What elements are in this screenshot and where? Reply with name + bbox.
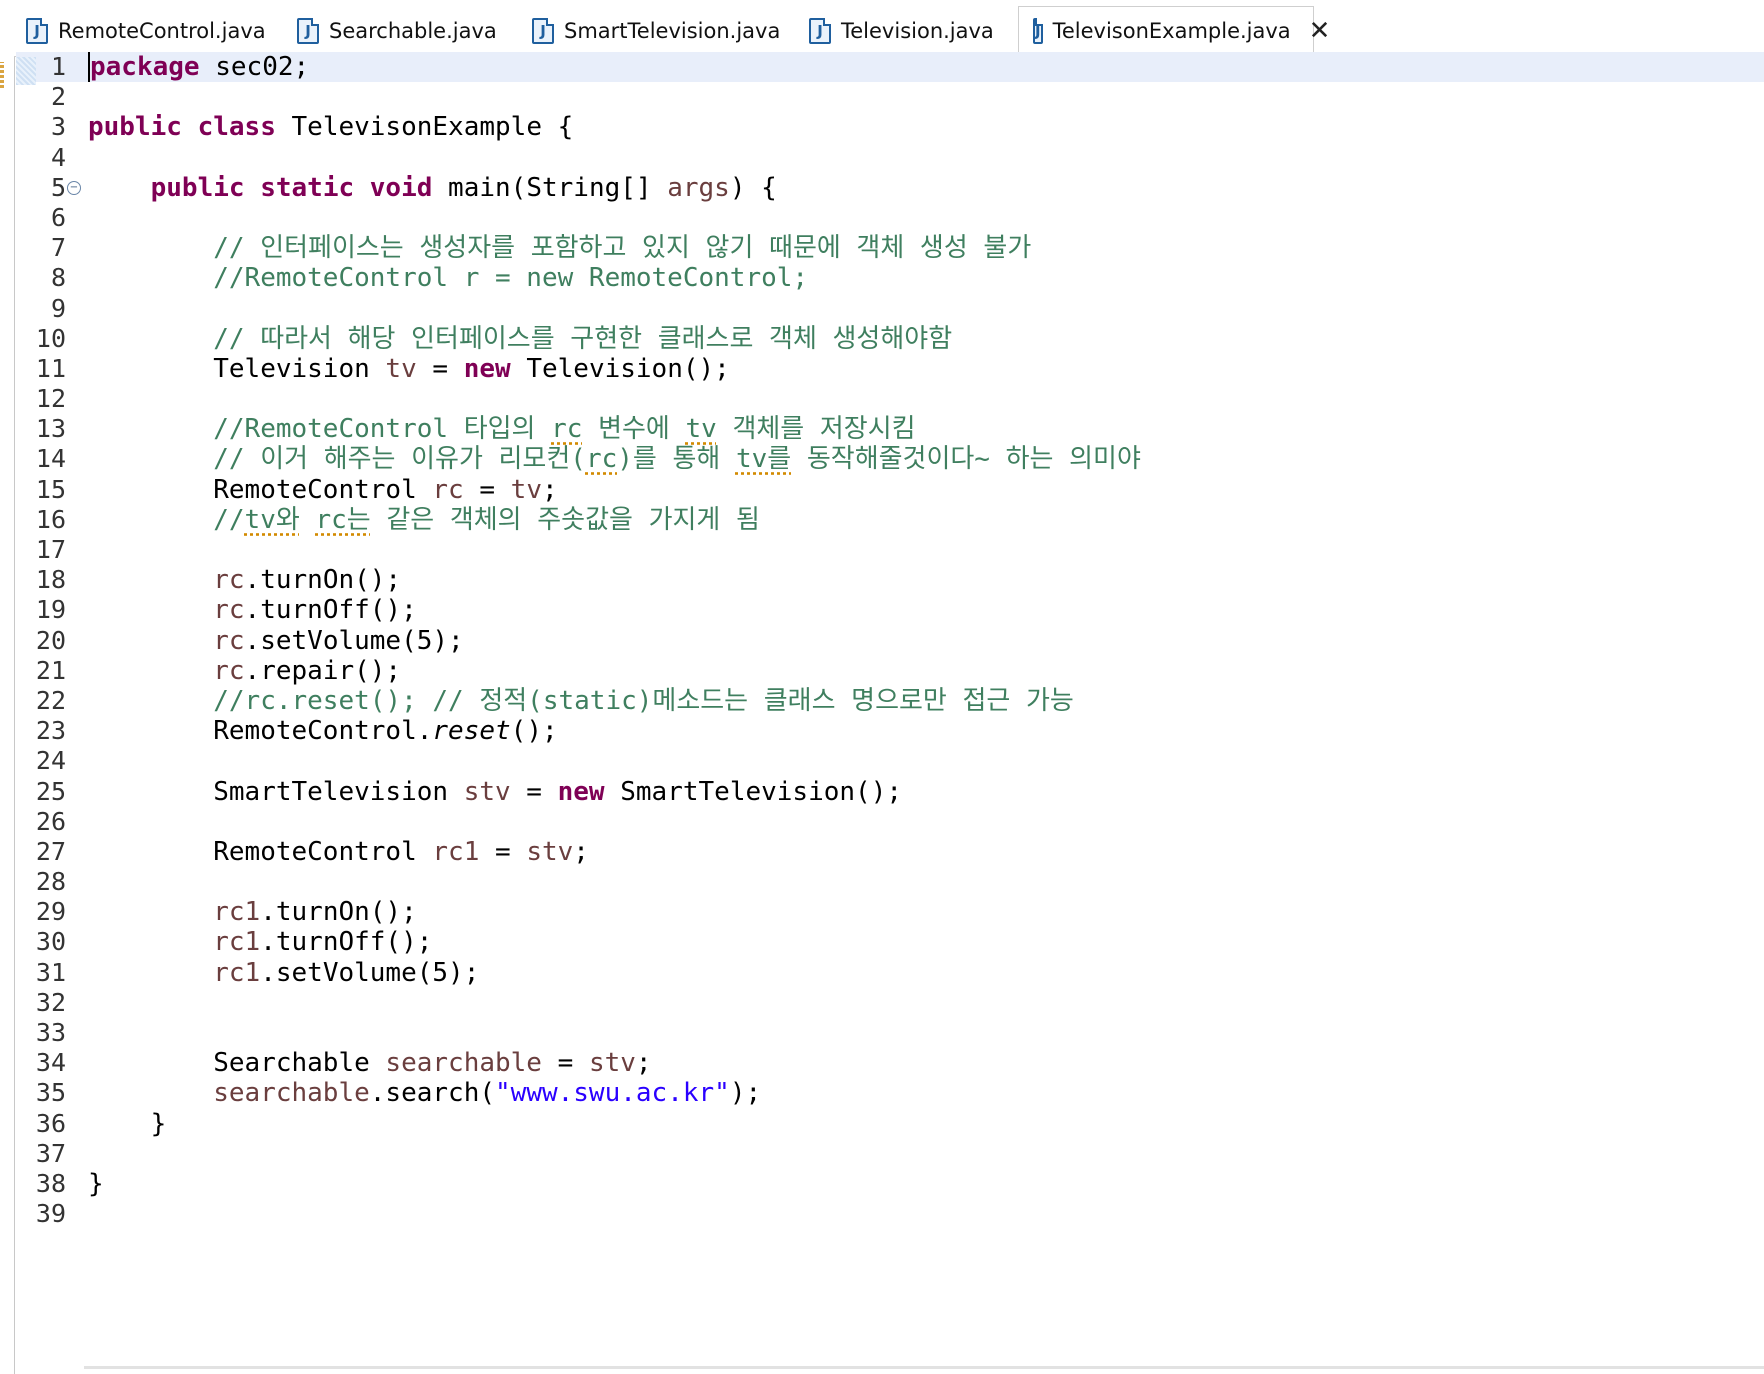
code-line: 26	[35, 806, 66, 836]
tab-remotecontrol-java[interactable]: J RemoteControl.java	[26, 6, 266, 56]
code-line: 34 Searchable searchable = stv;	[35, 1048, 652, 1079]
code-line: 15 RemoteControl rc = tv;	[35, 474, 558, 505]
tab-label: SmartTelevision.java	[564, 19, 781, 43]
tab-label: Television.java	[841, 19, 994, 43]
code-line: 29 rc1.turnOn();	[35, 897, 417, 928]
code-line: 10 // 따라서 해당 인터페이스를 구현한 클래스로 객체 생성해야함	[35, 323, 953, 354]
close-icon[interactable]: ✕	[1309, 18, 1331, 44]
change-marker	[0, 62, 4, 88]
code-line: 7 // 인터페이스는 생성자를 포함하고 있지 않기 때문에 객체 생성 불가	[50, 233, 1032, 264]
code-line: 25 SmartTelevision stv = new SmartTelevi…	[35, 776, 903, 807]
code-line: 22 //rc.reset(); // 정적(static)메소드는 클래스 명…	[35, 685, 1074, 716]
code-editor[interactable]: 1 package sec02; 2 3 public class Televiso…	[16, 52, 1764, 1229]
code-line: 19 rc.turnOff();	[35, 595, 417, 626]
code-line: 39	[35, 1199, 66, 1229]
code-line: 5− public static void main(String[] args…	[50, 172, 777, 203]
horizontal-scrollbar[interactable]	[84, 1366, 1764, 1369]
code-line: 4	[50, 142, 66, 172]
code-line: 38}	[35, 1168, 104, 1199]
gutter-border	[14, 57, 15, 1374]
code-line: 1 package sec02;	[16, 52, 1764, 83]
code-line: 17	[35, 535, 66, 564]
tab-televisonexample-java[interactable]: J TelevisonExample.java ✕	[1018, 6, 1330, 56]
code-line: 8 //RemoteControl r = new RemoteControl;	[50, 263, 809, 294]
code-line: 37	[35, 1138, 66, 1168]
java-file-icon: J	[532, 18, 554, 44]
tab-label: TelevisonExample.java	[1052, 19, 1291, 43]
tab-label: RemoteControl.java	[58, 19, 266, 43]
code-line: 31 rc1.setVolume(5);	[35, 957, 480, 988]
tab-smarttelevision-java[interactable]: J SmartTelevision.java	[532, 6, 780, 56]
code-line: 12	[35, 384, 66, 414]
code-line: 21 rc.repair();	[35, 655, 402, 686]
tab-television-java[interactable]: J Television.java	[809, 6, 994, 56]
code-line: 11 Television tv = new Television();	[35, 353, 730, 384]
tab-label: Searchable.java	[329, 19, 497, 43]
code-line: 32	[35, 987, 66, 1017]
code-line: 14 // 이거 해주는 이유가 리모컨(rc)를 통해 tv를 동작해줄것이다…	[35, 444, 1141, 475]
java-file-icon: J	[1033, 18, 1043, 44]
code-line: 3 public class TelevisonExample {	[50, 112, 574, 143]
ruler-selection	[16, 57, 36, 85]
java-file-icon: J	[809, 18, 831, 44]
code-line: 30 rc1.turnOff();	[35, 927, 433, 958]
fold-collapse-icon[interactable]: −	[67, 180, 81, 195]
code-line: 20 rc.setVolume(5);	[35, 625, 464, 656]
code-line: 16 //tv와 rc는 같은 객체의 주솟값을 가지게 됨	[35, 504, 760, 535]
java-file-icon: J	[297, 18, 319, 44]
code-line: 33	[35, 1018, 66, 1047]
tab-searchable-java[interactable]: J Searchable.java	[297, 6, 497, 56]
code-line: 13 //RemoteControl 타입의 rc 변수에 tv 객체를 저장시…	[35, 414, 916, 445]
editor-tab-bar: J RemoteControl.java J Searchable.java J…	[14, 6, 1764, 57]
code-line: 6	[50, 202, 66, 232]
code-line: 23 RemoteControl.reset();	[35, 716, 558, 747]
code-line: 18 rc.turnOn();	[35, 565, 402, 596]
code-line: 9	[50, 293, 66, 323]
code-line: 36 }	[35, 1108, 167, 1139]
code-line: 28	[35, 867, 66, 897]
code-line: 2	[50, 82, 66, 112]
java-file-icon: J	[26, 18, 48, 44]
code-line: 27 RemoteControl rc1 = stv;	[35, 836, 589, 867]
code-line: 24	[35, 746, 66, 776]
code-line: 35 searchable.search("www.swu.ac.kr");	[35, 1078, 762, 1109]
